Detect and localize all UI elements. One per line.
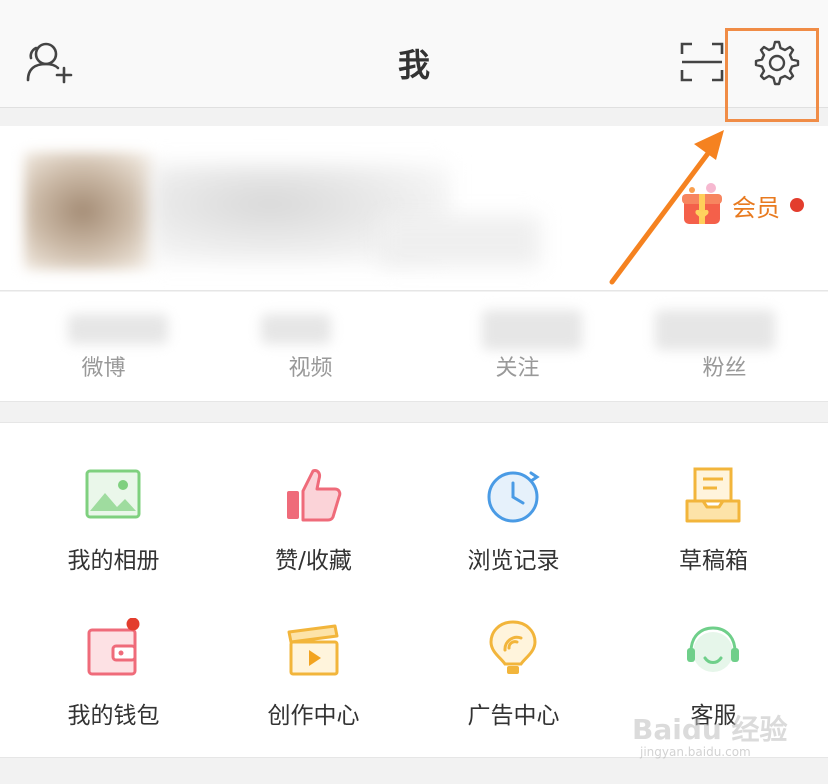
profile-card[interactable]: 会员 — [0, 126, 828, 291]
scan-icon[interactable] — [680, 42, 724, 82]
stat-weibo[interactable]: 微博 — [0, 292, 207, 402]
stat-followers[interactable]: 粉丝 — [621, 292, 828, 402]
grid-item-album[interactable]: 我的相册 — [10, 423, 217, 574]
photo-album-icon — [85, 469, 141, 519]
avatar[interactable] — [24, 152, 154, 270]
grid-item-likes[interactable]: 赞/收藏 — [210, 423, 417, 574]
grid-item-ad-center[interactable]: 广告中心 — [410, 578, 617, 729]
watermark-brand: Baidu 经验 — [632, 713, 788, 746]
drafts-tray-icon — [685, 467, 741, 523]
grid-item-wallet[interactable]: 我的钱包 — [10, 578, 217, 729]
grid-item-label: 广告中心 — [467, 703, 560, 729]
grid-item-label: 我的钱包 — [67, 703, 160, 729]
notification-dot — [790, 198, 804, 212]
stat-label: 关注 — [495, 356, 540, 381]
settings-highlight-box — [725, 28, 819, 122]
top-bar: 我 — [0, 0, 828, 122]
grid-item-label: 创作中心 — [267, 703, 360, 729]
headset-icon — [687, 626, 739, 672]
stat-label: 微博 — [81, 356, 126, 381]
watermark-site: jingyan.baidu.com — [640, 745, 751, 759]
stat-label: 视频 — [288, 356, 333, 381]
stats-row: 微博 视频 关注 粉丝 — [0, 292, 828, 402]
blurred-count — [261, 314, 331, 344]
ad-bulb-icon — [489, 620, 537, 674]
blurred-count — [655, 310, 775, 350]
blurred-count — [482, 310, 582, 350]
grid-item-drafts[interactable]: 草稿箱 — [610, 423, 817, 574]
grid-item-history[interactable]: 浏览记录 — [410, 423, 617, 574]
clapperboard-icon — [287, 624, 339, 676]
vip-label: 会员 — [732, 193, 780, 222]
stat-label: 粉丝 — [702, 356, 747, 381]
grid-item-label: 赞/收藏 — [275, 548, 352, 574]
grid-item-creator[interactable]: 创作中心 — [210, 578, 417, 729]
vip-gift-icon — [682, 183, 722, 224]
grid-item-customer-service[interactable]: 客服 — [610, 578, 817, 729]
blurred-count — [68, 314, 168, 344]
grid-item-label: 浏览记录 — [467, 548, 560, 574]
stat-video[interactable]: 视频 — [207, 292, 414, 402]
thumbs-up-icon — [287, 469, 342, 522]
vip-entry[interactable]: 会员 — [678, 182, 804, 228]
grid-item-label: 草稿箱 — [679, 548, 748, 574]
grid-item-label: 我的相册 — [67, 548, 160, 574]
stat-following[interactable]: 关注 — [414, 292, 621, 402]
blurred-bio — [380, 216, 540, 266]
wallet-icon — [87, 618, 140, 676]
history-clock-icon — [487, 471, 540, 523]
